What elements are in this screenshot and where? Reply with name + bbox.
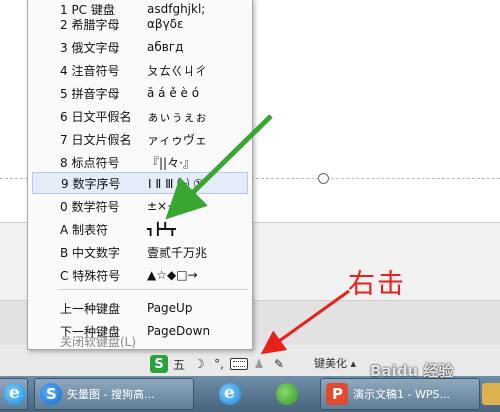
menu-item-number-sequence[interactable]: 9 数字序号 Ⅰ Ⅱ Ⅲ ㈠ ①	[32, 172, 248, 194]
punctuation-toggle[interactable]: °,	[210, 355, 228, 373]
ie-icon	[4, 383, 26, 405]
sogou-logo-icon[interactable]: S	[150, 355, 168, 373]
menu-item-pinyin[interactable]: 5 拼音字母 ā á ě è ó	[32, 82, 248, 104]
ime-toolbar: S 五 ☽ °, ♟ ✎	[150, 352, 288, 376]
taskbar-ie-button[interactable]	[0, 378, 28, 410]
annotation-right-click-text: 右击	[348, 269, 406, 300]
menu-item-math-symbols[interactable]: 0 数学符号 ±×÷∑√	[32, 195, 248, 217]
menu-item-hiragana[interactable]: 6 日文平假名 ぁぃぅぇぉ	[32, 105, 248, 127]
menu-item-close-soft-keyboard[interactable]: 关闭软键盘(L)	[32, 332, 248, 350]
moon-icon[interactable]: ☽	[190, 355, 208, 373]
taskbar-ie-pinned[interactable]	[200, 378, 260, 410]
resize-handle[interactable]	[318, 173, 329, 184]
keyboard-icon	[230, 358, 248, 370]
menu-item-russian[interactable]: 3 俄文字母 абвгд	[32, 36, 248, 58]
menu-item-special-symbols[interactable]: C 特殊符号 ▲☆◆□→	[32, 264, 248, 286]
menu-item-box-drawing[interactable]: A 制表符 ┓┣┻┳	[32, 218, 248, 240]
menu-separator	[58, 289, 248, 290]
keyboard-beautify-label[interactable]: 键美化 ▴	[314, 355, 356, 371]
menu-item-greek[interactable]: 2 希腊字母 αβγδε	[32, 13, 248, 35]
soft-keyboard-menu: 1 PC 键盘 asdfghjkl; 2 希腊字母 αβγδε 3 俄文字母 абвг…	[27, 0, 253, 350]
menu-item-previous-keyboard[interactable]: 上一种键盘 PageUp	[32, 297, 248, 319]
wps-presentation-icon	[326, 383, 348, 405]
taskbar: 矢量图 - 搜狗高... 演示文稿1 - WPS...	[0, 376, 500, 412]
app-icon	[276, 383, 298, 405]
taskbar-folder[interactable]	[482, 378, 500, 410]
menu-item-punctuation[interactable]: 8 标点符号 『||々·』	[32, 151, 248, 173]
user-icon[interactable]: ♟	[250, 355, 268, 373]
menu-item-chinese-numerals[interactable]: B 中文数字 壹贰千万兆	[32, 241, 248, 263]
full-half-width-toggle[interactable]: 五	[170, 355, 188, 373]
taskbar-sogou-window[interactable]: 矢量图 - 搜狗高...	[34, 378, 194, 410]
wrench-icon[interactable]: ✎	[270, 355, 288, 373]
folder-icon	[482, 383, 500, 405]
sogou-browser-icon	[40, 383, 62, 405]
ie-icon	[219, 383, 241, 405]
taskbar-wps-window[interactable]: 演示文稿1 - WPS...	[320, 378, 480, 410]
soft-keyboard-button[interactable]	[230, 355, 248, 373]
baidu-watermark: Baidu 经验	[370, 362, 454, 380]
menu-item-katakana[interactable]: 7 日文片假名 ァィゥヴェ	[32, 128, 248, 150]
menu-item-zhuyin[interactable]: 4 注音符号 ㄆㄊㄍㄐㄔ	[32, 59, 248, 81]
taskbar-green-app[interactable]	[262, 378, 312, 410]
